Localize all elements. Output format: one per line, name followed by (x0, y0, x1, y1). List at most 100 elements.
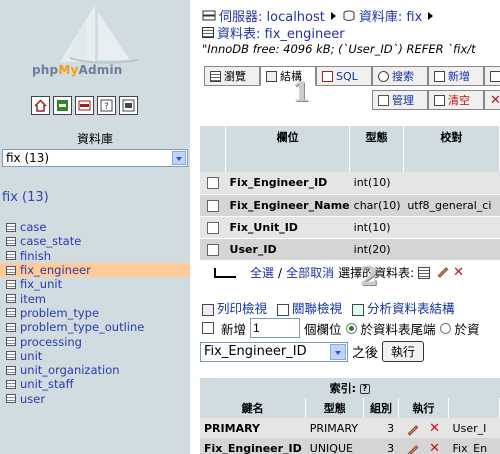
table-icon[interactable] (6, 337, 16, 347)
table-list-label[interactable]: unit (20, 349, 42, 363)
table-list-label[interactable]: processing (20, 335, 82, 349)
table-list-label[interactable]: unit_staff (20, 377, 74, 391)
after-field-select[interactable]: Fix_Engineer_ID (200, 341, 348, 362)
relation-view-action[interactable]: 關聯檢視 (277, 298, 342, 317)
analyze-link[interactable]: 分析資料表結構 (367, 301, 455, 316)
tab-insert[interactable]: 新增 (428, 66, 484, 86)
tab-more[interactable] (484, 66, 500, 86)
chevron-down-icon[interactable] (172, 151, 186, 165)
table-list-item[interactable]: unit (0, 349, 190, 363)
browse-icon[interactable] (418, 266, 431, 279)
tab-sql[interactable]: SQL (316, 66, 372, 86)
analyze-action[interactable]: 分析資料表結構 (352, 298, 455, 317)
delete-icon[interactable]: ✕ (429, 441, 440, 454)
at-end-radio[interactable] (345, 322, 357, 334)
tab-operations[interactable]: 管理 (372, 90, 428, 110)
database-select[interactable]: fix (13) (2, 149, 188, 167)
table-list-label[interactable]: problem_type (20, 306, 99, 320)
table-icon[interactable] (6, 279, 16, 289)
row-checkbox[interactable] (206, 199, 219, 212)
tab-empty[interactable]: 清空 (428, 90, 484, 110)
row-checkbox-cell (200, 216, 226, 239)
field-name: Fix_Unit_ID (225, 216, 350, 239)
exit-icon[interactable] (53, 96, 72, 115)
index-field: User_I (448, 418, 500, 438)
chevron-down-icon[interactable] (330, 343, 346, 360)
after-label: 之後 (352, 346, 379, 361)
table-icon[interactable] (6, 236, 16, 246)
tab-browse[interactable]: 瀏覽 (204, 66, 260, 86)
print-view-action[interactable]: 列印檢視 (202, 298, 267, 317)
row-checkbox-cell (200, 172, 226, 195)
table-list-label[interactable]: item (20, 292, 46, 306)
row-checkbox-cell (200, 238, 226, 261)
uncheck-all-link[interactable]: 全部取消 (286, 264, 334, 281)
table-list-item[interactable]: processing (0, 334, 190, 349)
table-icon[interactable] (6, 379, 16, 389)
table-list-item[interactable]: problem_type (0, 306, 190, 320)
tab-browse-label: 瀏覽 (224, 70, 246, 83)
help-icon[interactable]: ? (97, 96, 116, 115)
table-list-item[interactable]: fix_engineer (0, 262, 190, 278)
table-list-item[interactable]: fix_unit (0, 277, 190, 291)
home-icon[interactable] (31, 96, 50, 115)
edit-icon[interactable] (437, 267, 449, 278)
table-list-label[interactable]: problem_type_outline (20, 320, 144, 334)
chevron-right-icon (330, 11, 336, 20)
check-all-link[interactable]: 全選 (250, 264, 274, 281)
delete-icon[interactable]: ✕ (429, 421, 440, 436)
table-icon[interactable] (6, 394, 16, 404)
relation-view-link[interactable]: 關聯檢視 (292, 301, 342, 316)
tab-search[interactable]: 搜索 (372, 66, 428, 86)
edit-icon[interactable] (407, 424, 418, 436)
help-icon[interactable]: ? (359, 384, 370, 394)
row-checkbox[interactable] (206, 243, 219, 256)
table-list-label[interactable]: case (20, 220, 46, 234)
content-frame: 伺服器: localhost 資料庫: fix 資料表: fix_enginee… (200, 0, 500, 454)
database-heading-link[interactable]: fix (13) (2, 190, 49, 205)
field-name: Fix_Engineer_Name (225, 194, 350, 217)
bulk-actions: 全選 / 全部取消 選擇的資料表: ✕ (214, 264, 464, 281)
sql-icon[interactable] (75, 96, 94, 115)
query-window-icon[interactable] (119, 96, 138, 115)
table-icon[interactable] (6, 308, 16, 318)
execute-button[interactable]: 執行 (382, 341, 425, 362)
printer-icon (202, 303, 214, 316)
table-list-item[interactable]: user (0, 392, 190, 406)
table-list-item[interactable]: item (0, 291, 190, 306)
table-icon[interactable] (6, 351, 16, 361)
edit-icon[interactable] (407, 444, 418, 454)
table-list-item[interactable]: case (0, 220, 190, 234)
table-icon[interactable] (6, 294, 16, 304)
after-field-select-value: Fix_Engineer_ID (204, 343, 307, 359)
tab-drop[interactable]: ✕ (484, 90, 500, 110)
table-icon[interactable] (6, 265, 16, 275)
table-list-item[interactable]: unit_organization (0, 363, 190, 377)
table-list-label[interactable]: fix_unit (20, 277, 62, 291)
table-list-label[interactable]: case_state (20, 234, 81, 248)
print-view-link[interactable]: 列印檢視 (217, 301, 267, 316)
add-field-count-input[interactable] (250, 318, 301, 338)
table-list-item[interactable]: unit_staff (0, 377, 190, 391)
table-list-item[interactable]: finish (0, 249, 190, 263)
at-start-radio[interactable] (439, 322, 451, 334)
phpmyadmin-logo[interactable]: phpMyAdmin (0, 0, 190, 88)
table-icon[interactable] (6, 322, 16, 332)
table-list-item[interactable]: problem_type_outline (0, 320, 190, 334)
table-list-label[interactable]: finish (20, 249, 51, 263)
table-list-label[interactable]: fix_engineer (20, 263, 91, 277)
index-type: PRIMARY (305, 418, 364, 438)
table-icon[interactable] (6, 251, 16, 261)
row-checkbox[interactable] (206, 177, 219, 190)
table-list-item[interactable]: case_state (0, 234, 190, 248)
table-icon[interactable] (6, 222, 16, 232)
table-icon[interactable] (6, 365, 16, 375)
index-header-cardinality: 組別 (363, 398, 399, 418)
after-field-form: Fix_Engineer_ID 之後 執行 (200, 341, 425, 362)
delete-icon[interactable]: ✕ (453, 265, 464, 280)
table-list-label[interactable]: user (20, 392, 45, 406)
breadcrumb-table[interactable]: 資料表: fix_engineer (217, 23, 345, 42)
breadcrumb-database[interactable]: 資料庫: fix (359, 6, 422, 25)
table-list-label[interactable]: unit_organization (20, 363, 120, 377)
row-checkbox[interactable] (206, 221, 219, 234)
